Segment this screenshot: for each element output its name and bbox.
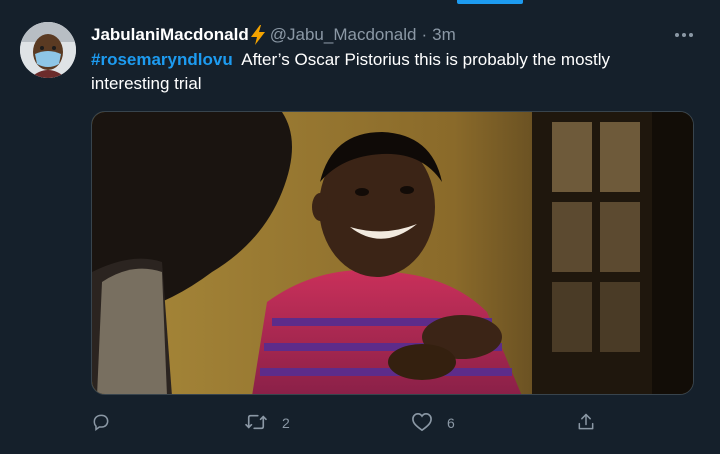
- tweet-header: JabulaniMacdonald @Jabu_Macdonald · 3m: [91, 24, 456, 46]
- photo-icon: [92, 112, 693, 394]
- tweet-text: #rosemaryndlovu After’s Oscar Pistorius …: [91, 48, 691, 96]
- display-name[interactable]: JabulaniMacdonald: [91, 25, 249, 45]
- retweet-icon: [244, 412, 268, 435]
- retweet-count: 2: [282, 415, 290, 431]
- timestamp[interactable]: 3m: [432, 25, 456, 45]
- hashtag-link[interactable]: #rosemaryndlovu: [91, 50, 233, 69]
- share-icon: [576, 412, 596, 435]
- avatar[interactable]: [20, 22, 76, 78]
- share-button[interactable]: [576, 409, 610, 437]
- tweet-media-image[interactable]: [91, 111, 694, 395]
- reply-button[interactable]: [91, 409, 125, 437]
- reply-icon: [91, 412, 111, 435]
- separator-dot: ·: [421, 25, 428, 44]
- more-options-icon[interactable]: [672, 24, 696, 46]
- retweet-button[interactable]: 2: [244, 409, 290, 437]
- heart-icon: [411, 412, 433, 435]
- tweet-card[interactable]: JabulaniMacdonald @Jabu_Macdonald · 3m #…: [0, 0, 720, 454]
- avatar-image: [20, 22, 76, 78]
- tweet-actions: 2 6: [91, 409, 611, 437]
- like-count: 6: [447, 415, 455, 431]
- lightning-bolt-icon: [250, 25, 266, 45]
- user-handle[interactable]: @Jabu_Macdonald: [270, 25, 417, 45]
- like-button[interactable]: 6: [411, 409, 455, 437]
